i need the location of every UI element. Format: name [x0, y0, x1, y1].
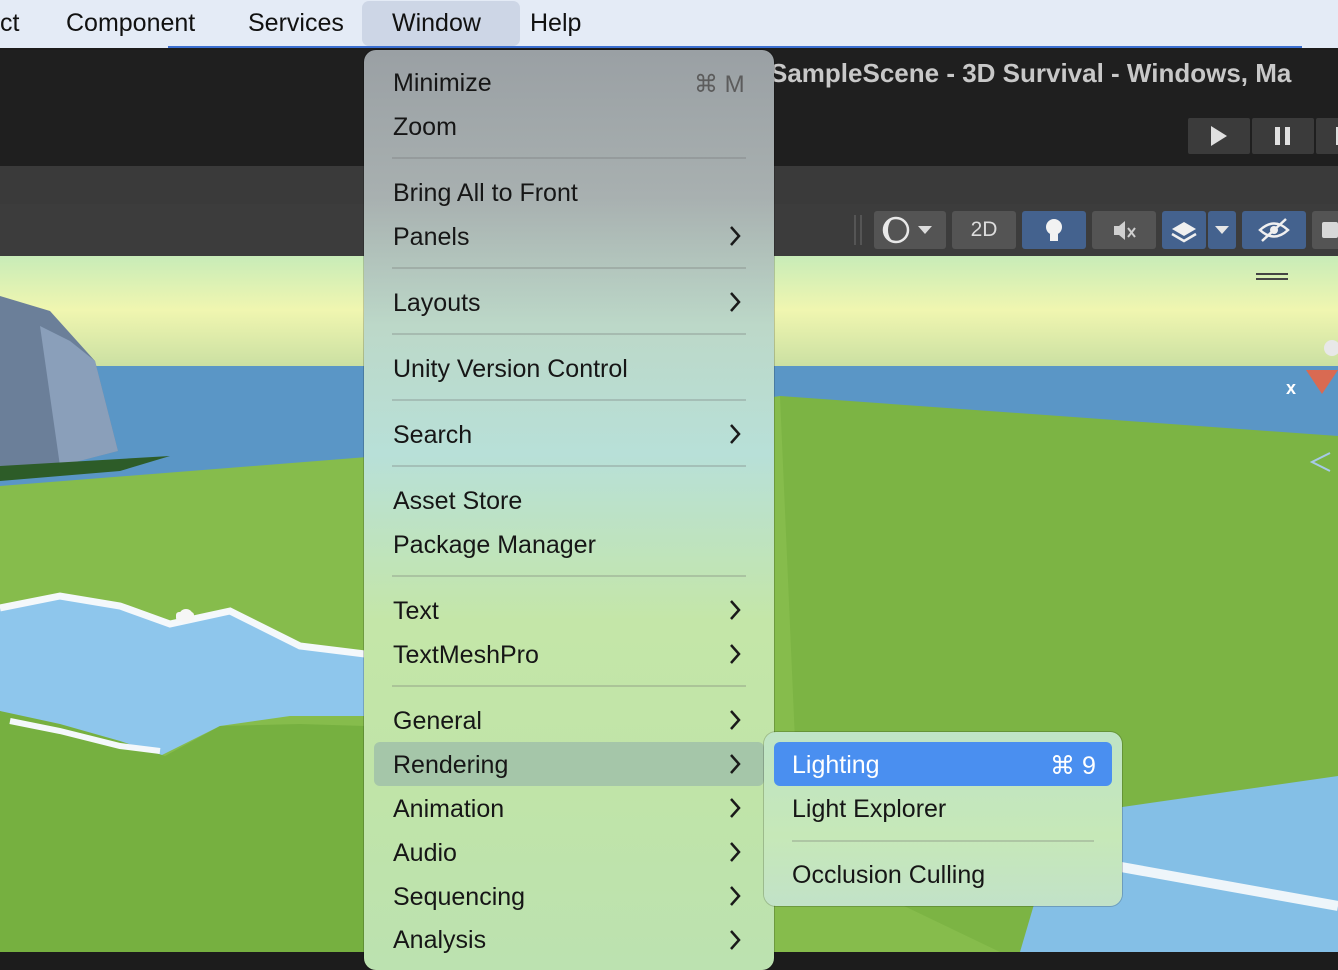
visibility-toggle-button[interactable] — [1242, 211, 1306, 249]
submenu-item-light-explorer[interactable]: Light Explorer — [792, 795, 946, 824]
menu-item-search[interactable]: Search — [393, 421, 472, 450]
layers-icon — [1171, 222, 1197, 243]
chevron-right-icon — [730, 842, 741, 862]
rendering-submenu: Lighting ⌘ 9 Light Explorer Occlusion Cu… — [764, 732, 1122, 906]
menubar-item-services[interactable]: Services — [248, 0, 344, 46]
gizmos-button[interactable] — [1312, 211, 1338, 249]
menu-item-text[interactable]: Text — [393, 597, 439, 626]
menu-item-animation[interactable]: Animation — [393, 795, 504, 824]
hidden-eye-icon — [1258, 218, 1290, 242]
chevron-right-icon — [730, 600, 741, 620]
gizmo-arrow-icon — [1309, 452, 1331, 472]
chevron-right-icon — [730, 754, 741, 774]
toolbar-divider — [860, 215, 862, 245]
menu-separator — [792, 840, 1094, 842]
window-title: SampleScene - 3D Survival - Windows, Ma — [770, 58, 1292, 88]
2d-toggle-button[interactable]: 2D — [952, 211, 1016, 249]
menu-separator — [392, 465, 746, 467]
chevron-right-icon — [730, 886, 741, 906]
play-icon — [1211, 126, 1227, 146]
menubar-item-help[interactable]: Help — [530, 0, 581, 46]
menubar-item-component[interactable]: Component — [66, 0, 195, 46]
submenu-item-lighting[interactable]: Lighting — [792, 751, 880, 780]
chevron-right-icon — [730, 292, 741, 312]
menu-item-package-manager[interactable]: Package Manager — [393, 531, 596, 560]
chevron-right-icon — [730, 226, 741, 246]
menu-separator — [392, 333, 746, 335]
audio-toggle-button[interactable] — [1092, 211, 1156, 249]
menu-separator — [392, 575, 746, 577]
orientation-gizmo-icon[interactable] — [1302, 336, 1338, 396]
menu-item-layouts[interactable]: Layouts — [393, 289, 481, 318]
menubar-item-project[interactable]: ct — [0, 0, 19, 46]
pause-button[interactable] — [1252, 118, 1314, 154]
menu-item-unity-version-control[interactable]: Unity Version Control — [393, 355, 628, 384]
window-menu: Minimize ⌘ M Zoom Bring All to Front Pan… — [364, 50, 774, 970]
menu-item-minimize[interactable]: Minimize — [393, 69, 492, 98]
menu-separator — [392, 685, 746, 687]
gizmo-x-label[interactable]: x — [1286, 378, 1296, 399]
effects-toggle-button[interactable] — [1162, 211, 1206, 249]
menu-item-rendering[interactable]: Rendering — [393, 751, 508, 780]
menu-item-zoom[interactable]: Zoom — [393, 113, 457, 142]
gizmo-box-icon — [1322, 222, 1338, 238]
submenu-item-occlusion-culling[interactable]: Occlusion Culling — [792, 861, 985, 890]
effects-dropdown-button[interactable] — [1208, 211, 1236, 249]
chevron-down-icon — [1215, 226, 1229, 234]
shortcut-lighting: ⌘ 9 — [1050, 752, 1096, 780]
step-icon — [1336, 127, 1338, 145]
menu-item-textmeshpro[interactable]: TextMeshPro — [393, 641, 539, 670]
menu-separator — [392, 267, 746, 269]
chevron-right-icon — [730, 710, 741, 730]
pause-icon — [1275, 127, 1290, 145]
menu-item-audio[interactable]: Audio — [393, 839, 457, 868]
menu-separator — [392, 157, 746, 159]
play-button[interactable] — [1188, 118, 1250, 154]
toolbar-divider — [854, 215, 856, 245]
shading-mode-button[interactable] — [874, 211, 946, 249]
menu-item-bring-all-to-front[interactable]: Bring All to Front — [393, 179, 578, 208]
chevron-right-icon — [730, 424, 741, 444]
menu-item-analysis[interactable]: Analysis — [393, 926, 486, 955]
lighting-toggle-button[interactable] — [1022, 211, 1086, 249]
scene-options-icon[interactable] — [1256, 273, 1288, 275]
window-focus-line — [168, 46, 1302, 48]
menu-separator — [392, 399, 746, 401]
step-button[interactable] — [1316, 118, 1338, 154]
menubar-item-window[interactable]: Window — [362, 1, 520, 46]
lightbulb-icon — [1046, 219, 1062, 241]
chevron-right-icon — [730, 930, 741, 950]
shading-sphere-icon — [882, 216, 932, 244]
menu-item-asset-store[interactable]: Asset Store — [393, 487, 522, 516]
shortcut-minimize: ⌘ M — [694, 71, 745, 98]
chevron-right-icon — [730, 798, 741, 818]
menu-item-general[interactable]: General — [393, 707, 482, 736]
audio-mute-icon — [1114, 221, 1136, 240]
chevron-right-icon — [730, 644, 741, 664]
menu-item-sequencing[interactable]: Sequencing — [393, 883, 525, 912]
menu-bar: ct Component Services Window Help — [0, 0, 1338, 48]
menu-item-panels[interactable]: Panels — [393, 223, 469, 252]
